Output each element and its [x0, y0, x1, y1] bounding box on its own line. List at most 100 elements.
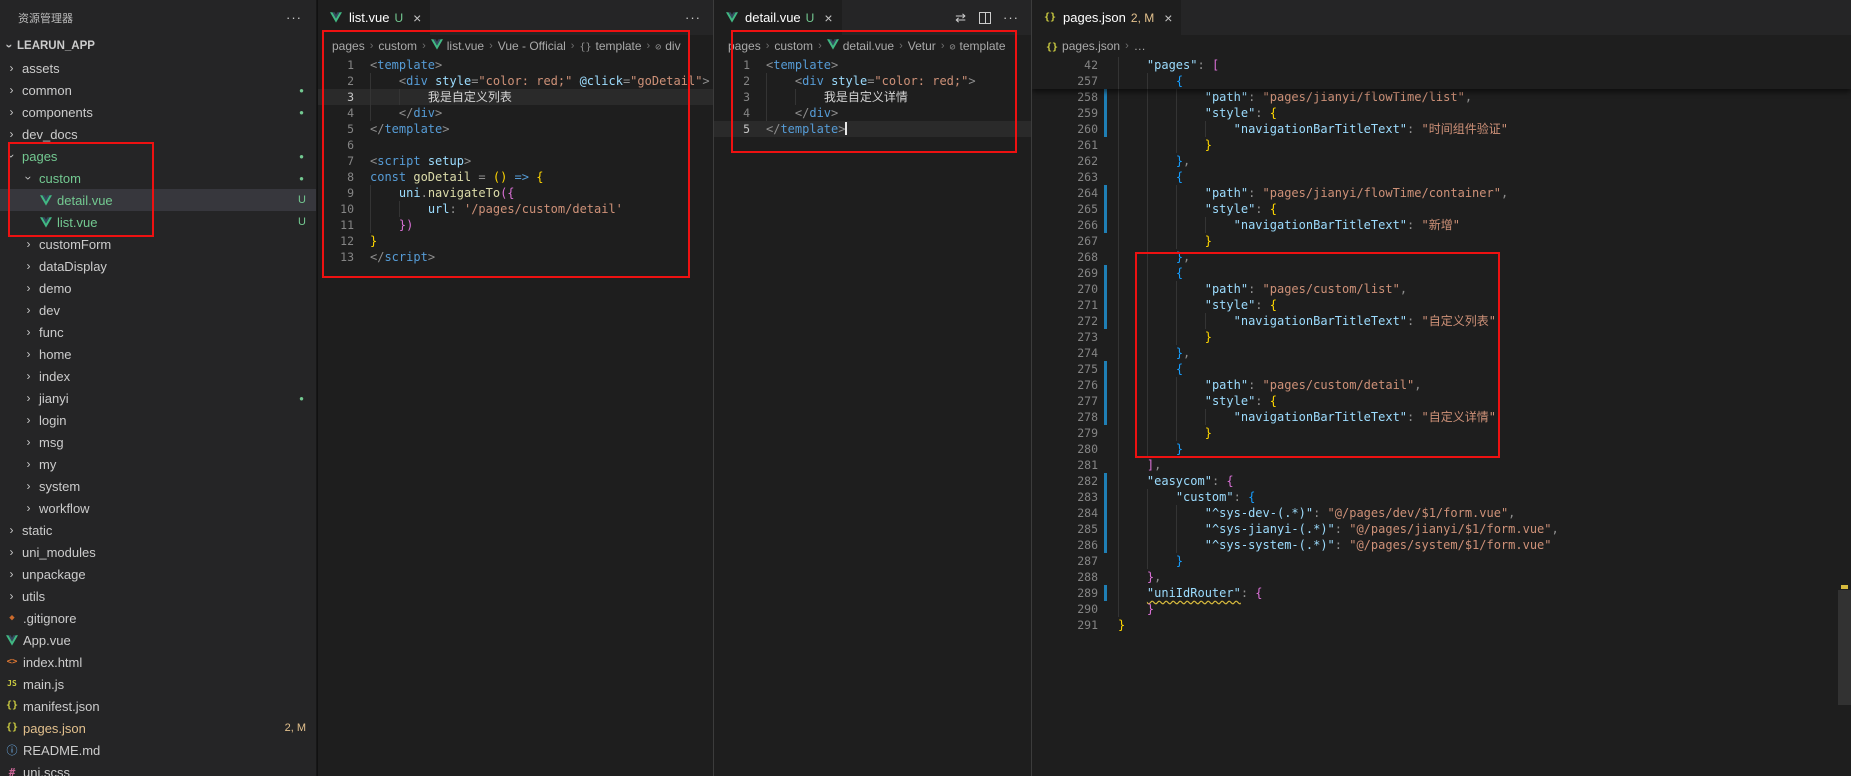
code-line-277[interactable]: 277 "style": {	[1032, 393, 1851, 409]
breadcrumb-item[interactable]: {}template	[579, 39, 641, 53]
code-line-271[interactable]: 271 "style": {	[1032, 297, 1851, 313]
tree-item-App.vue[interactable]: App.vue	[0, 629, 316, 651]
tree-item-login[interactable]: ›login	[0, 409, 316, 431]
code-line-276[interactable]: 276 "path": "pages/custom/detail",	[1032, 377, 1851, 393]
code-line-261[interactable]: 261 }	[1032, 137, 1851, 153]
tree-item-static[interactable]: ›static	[0, 519, 316, 541]
breadcrumb-item[interactable]: list.vue	[431, 39, 484, 53]
code-area-list-vue[interactable]: 1<template>2 <div style="color: red;" @c…	[318, 57, 713, 776]
tree-item-demo[interactable]: ›demo	[0, 277, 316, 299]
tree-item-pages.json[interactable]: {}pages.json2, M	[0, 717, 316, 739]
breadcrumb-item[interactable]: {}pages.json	[1046, 39, 1120, 53]
code-line-259[interactable]: 259 "style": {	[1032, 105, 1851, 121]
code-line-275[interactable]: 275 {	[1032, 361, 1851, 377]
code-line-7[interactable]: 7<script setup>	[318, 153, 713, 169]
tree-item-main.js[interactable]: JSmain.js	[0, 673, 316, 695]
breadcrumb-item[interactable]: ⊘template	[949, 39, 1005, 53]
workspace-root-item[interactable]: › LEARUN_APP	[0, 35, 316, 57]
tree-item-pages[interactable]: ›pages●	[0, 145, 316, 167]
code-line-1[interactable]: 1<template>	[714, 57, 1031, 73]
code-line-290[interactable]: 290 }	[1032, 601, 1851, 617]
code-line-5[interactable]: 5</template>	[714, 121, 1031, 137]
more-actions-icon[interactable]: ···	[685, 10, 701, 25]
code-line-272[interactable]: 272 "navigationBarTitleText": "自定义列表"	[1032, 313, 1851, 329]
code-line-5[interactable]: 5</template>	[318, 121, 713, 137]
close-icon[interactable]: ×	[1164, 11, 1172, 25]
tree-item-.gitignore[interactable]: ◆.gitignore	[0, 607, 316, 629]
code-line-283[interactable]: 283 "custom": {	[1032, 489, 1851, 505]
code-line-273[interactable]: 273 }	[1032, 329, 1851, 345]
code-line-279[interactable]: 279 }	[1032, 425, 1851, 441]
code-line-269[interactable]: 269 {	[1032, 265, 1851, 281]
tree-item-uni.scss[interactable]: #uni.scss	[0, 761, 316, 776]
tree-item-index.html[interactable]: <>index.html	[0, 651, 316, 673]
code-line-260[interactable]: 260 "navigationBarTitleText": "时间组件验证"	[1032, 121, 1851, 137]
tree-item-dev_docs[interactable]: ›dev_docs	[0, 123, 316, 145]
tree-item-common[interactable]: ›common●	[0, 79, 316, 101]
breadcrumb-item[interactable]: custom	[378, 39, 417, 53]
split-editor-icon[interactable]	[979, 12, 991, 24]
code-line-8[interactable]: 8const goDetail = () => {	[318, 169, 713, 185]
tree-item-utils[interactable]: ›utils	[0, 585, 316, 607]
code-line-10[interactable]: 10 url: '/pages/custom/detail'	[318, 201, 713, 217]
code-line-13[interactable]: 13</script>	[318, 249, 713, 265]
code-line-6[interactable]: 6	[318, 137, 713, 153]
code-line-289[interactable]: 289 "uniIdRouter": {	[1032, 585, 1851, 601]
close-icon[interactable]: ×	[413, 11, 421, 25]
tree-item-components[interactable]: ›components●	[0, 101, 316, 123]
code-line-2[interactable]: 2 <div style="color: red;">	[714, 73, 1031, 89]
code-line-270[interactable]: 270 "path": "pages/custom/list",	[1032, 281, 1851, 297]
code-line-281[interactable]: 281 ],	[1032, 457, 1851, 473]
tree-item-list.vue[interactable]: list.vueU	[0, 211, 316, 233]
code-line-1[interactable]: 1<template>	[318, 57, 713, 73]
code-line-288[interactable]: 288 },	[1032, 569, 1851, 585]
code-line-2[interactable]: 2 <div style="color: red;" @click="goDet…	[318, 73, 713, 89]
code-line-4[interactable]: 4 </div>	[318, 105, 713, 121]
code-line-268[interactable]: 268 },	[1032, 249, 1851, 265]
tree-item-dataDisplay[interactable]: ›dataDisplay	[0, 255, 316, 277]
breadcrumb-item[interactable]: pages	[332, 39, 365, 53]
close-icon[interactable]: ×	[824, 11, 832, 25]
code-line-262[interactable]: 262 },	[1032, 153, 1851, 169]
tree-item-detail.vue[interactable]: detail.vueU	[0, 189, 316, 211]
breadcrumb-item[interactable]: ⊘div	[655, 39, 680, 53]
code-line-287[interactable]: 287 }	[1032, 553, 1851, 569]
code-line-280[interactable]: 280 }	[1032, 441, 1851, 457]
tree-item-my[interactable]: ›my	[0, 453, 316, 475]
code-line-284[interactable]: 284 "^sys-dev-(.*)": "@/pages/dev/$1/for…	[1032, 505, 1851, 521]
code-line-264[interactable]: 264 "path": "pages/jianyi/flowTime/conta…	[1032, 185, 1851, 201]
tree-item-index[interactable]: ›index	[0, 365, 316, 387]
vertical-scrollbar[interactable]	[1838, 590, 1851, 705]
code-line-267[interactable]: 267 }	[1032, 233, 1851, 249]
code-line-3[interactable]: 3 我是自定义详情	[714, 89, 1031, 105]
tab-detail.vue[interactable]: detail.vueU×	[714, 0, 842, 35]
code-line-278[interactable]: 278 "navigationBarTitleText": "自定义详情"	[1032, 409, 1851, 425]
code-line-286[interactable]: 286 "^sys-system-(.*)": "@/pages/system/…	[1032, 537, 1851, 553]
code-line-3[interactable]: 3 我是自定义列表	[318, 89, 713, 105]
code-line-12[interactable]: 12}	[318, 233, 713, 249]
tree-item-workflow[interactable]: ›workflow	[0, 497, 316, 519]
explorer-more-actions-icon[interactable]: ···	[286, 10, 302, 25]
tree-item-jianyi[interactable]: ›jianyi●	[0, 387, 316, 409]
code-area-detail-vue[interactable]: 1<template>2 <div style="color: red;">3 …	[714, 57, 1031, 776]
breadcrumb-item[interactable]: detail.vue	[827, 39, 894, 53]
tree-item-manifest.json[interactable]: {}manifest.json	[0, 695, 316, 717]
tree-item-func[interactable]: ›func	[0, 321, 316, 343]
code-line-265[interactable]: 265 "style": {	[1032, 201, 1851, 217]
open-changes-icon[interactable]: ⇄	[955, 10, 967, 26]
code-line-257[interactable]: 257 {	[1032, 73, 1851, 89]
code-line-4[interactable]: 4 </div>	[714, 105, 1031, 121]
code-line-263[interactable]: 263 {	[1032, 169, 1851, 185]
tree-item-customForm[interactable]: ›customForm	[0, 233, 316, 255]
tree-item-README.md[interactable]: ⓘREADME.md	[0, 739, 316, 761]
code-line-285[interactable]: 285 "^sys-jianyi-(.*)": "@/pages/jianyi/…	[1032, 521, 1851, 537]
tab-pages.json[interactable]: {}pages.json2, M×	[1032, 0, 1181, 35]
breadcrumb-item[interactable]: pages	[728, 39, 761, 53]
tree-item-dev[interactable]: ›dev	[0, 299, 316, 321]
breadcrumb-item[interactable]: custom	[774, 39, 813, 53]
code-line-266[interactable]: 266 "navigationBarTitleText": "新增"	[1032, 217, 1851, 233]
breadcrumb-item[interactable]: …	[1134, 39, 1146, 53]
code-line-258[interactable]: 258 "path": "pages/jianyi/flowTime/list"…	[1032, 89, 1851, 105]
code-line-291[interactable]: 291}	[1032, 617, 1851, 633]
more-actions-icon[interactable]: ···	[1003, 10, 1019, 25]
